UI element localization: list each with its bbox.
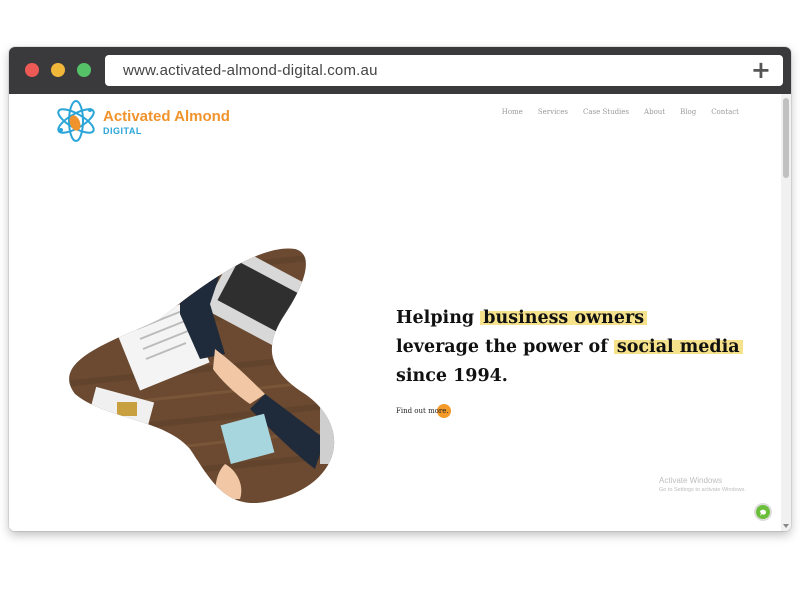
watermark-subtitle: Go to Settings to activate Windows. xyxy=(659,487,746,493)
nav-home[interactable]: Home xyxy=(502,108,523,116)
logo-subtitle: DIGITAL xyxy=(103,126,142,136)
address-bar[interactable]: www.activated-almond-digital.com.au + xyxy=(105,55,783,86)
highlight-business-owners: business owners xyxy=(480,308,648,328)
site-logo[interactable]: Activated Almond DIGITAL xyxy=(53,98,230,144)
highlight-social-media: social media xyxy=(613,337,743,357)
browser-titlebar: www.activated-almond-digital.com.au + xyxy=(9,47,791,94)
main-nav: Home Services Case Studies About Blog Co… xyxy=(502,108,739,116)
nav-case-studies[interactable]: Case Studies xyxy=(583,108,629,116)
plus-icon[interactable]: + xyxy=(751,56,771,84)
hero-headline: Helping business owners leverage the pow… xyxy=(396,304,756,391)
headline-text: leverage the power of xyxy=(396,337,614,357)
minimize-window-button[interactable] xyxy=(51,63,65,77)
nav-contact[interactable]: Contact xyxy=(711,108,739,116)
watermark-title: Activate Windows xyxy=(659,476,723,485)
chat-icon xyxy=(760,509,766,516)
vertical-scrollbar[interactable] xyxy=(781,94,791,531)
scrollbar-thumb[interactable] xyxy=(783,98,789,178)
hero-handshake-image xyxy=(69,248,335,504)
headline-text: since 1994. xyxy=(396,366,508,386)
maximize-window-button[interactable] xyxy=(77,63,91,77)
browser-window: www.activated-almond-digital.com.au + Ac… xyxy=(9,47,791,531)
scroll-down-icon[interactable] xyxy=(783,523,789,529)
logo-name: Activated Almond xyxy=(103,108,230,125)
close-window-button[interactable] xyxy=(25,63,39,77)
nav-services[interactable]: Services xyxy=(538,108,568,116)
url-text[interactable]: www.activated-almond-digital.com.au xyxy=(123,62,378,79)
activate-windows-watermark: Activate Windows Go to Settings to activ… xyxy=(659,476,746,493)
headline-text: Helping xyxy=(396,308,481,328)
nav-blog[interactable]: Blog xyxy=(680,108,696,116)
atom-logo-icon xyxy=(57,100,95,142)
nav-about[interactable]: About xyxy=(644,108,665,116)
find-out-more-link[interactable]: Find out more. xyxy=(396,403,451,419)
page-viewport: Activated Almond DIGITAL Home Services C… xyxy=(9,94,791,531)
cta-label: Find out more. xyxy=(396,407,449,415)
chat-widget-button[interactable] xyxy=(754,503,772,521)
